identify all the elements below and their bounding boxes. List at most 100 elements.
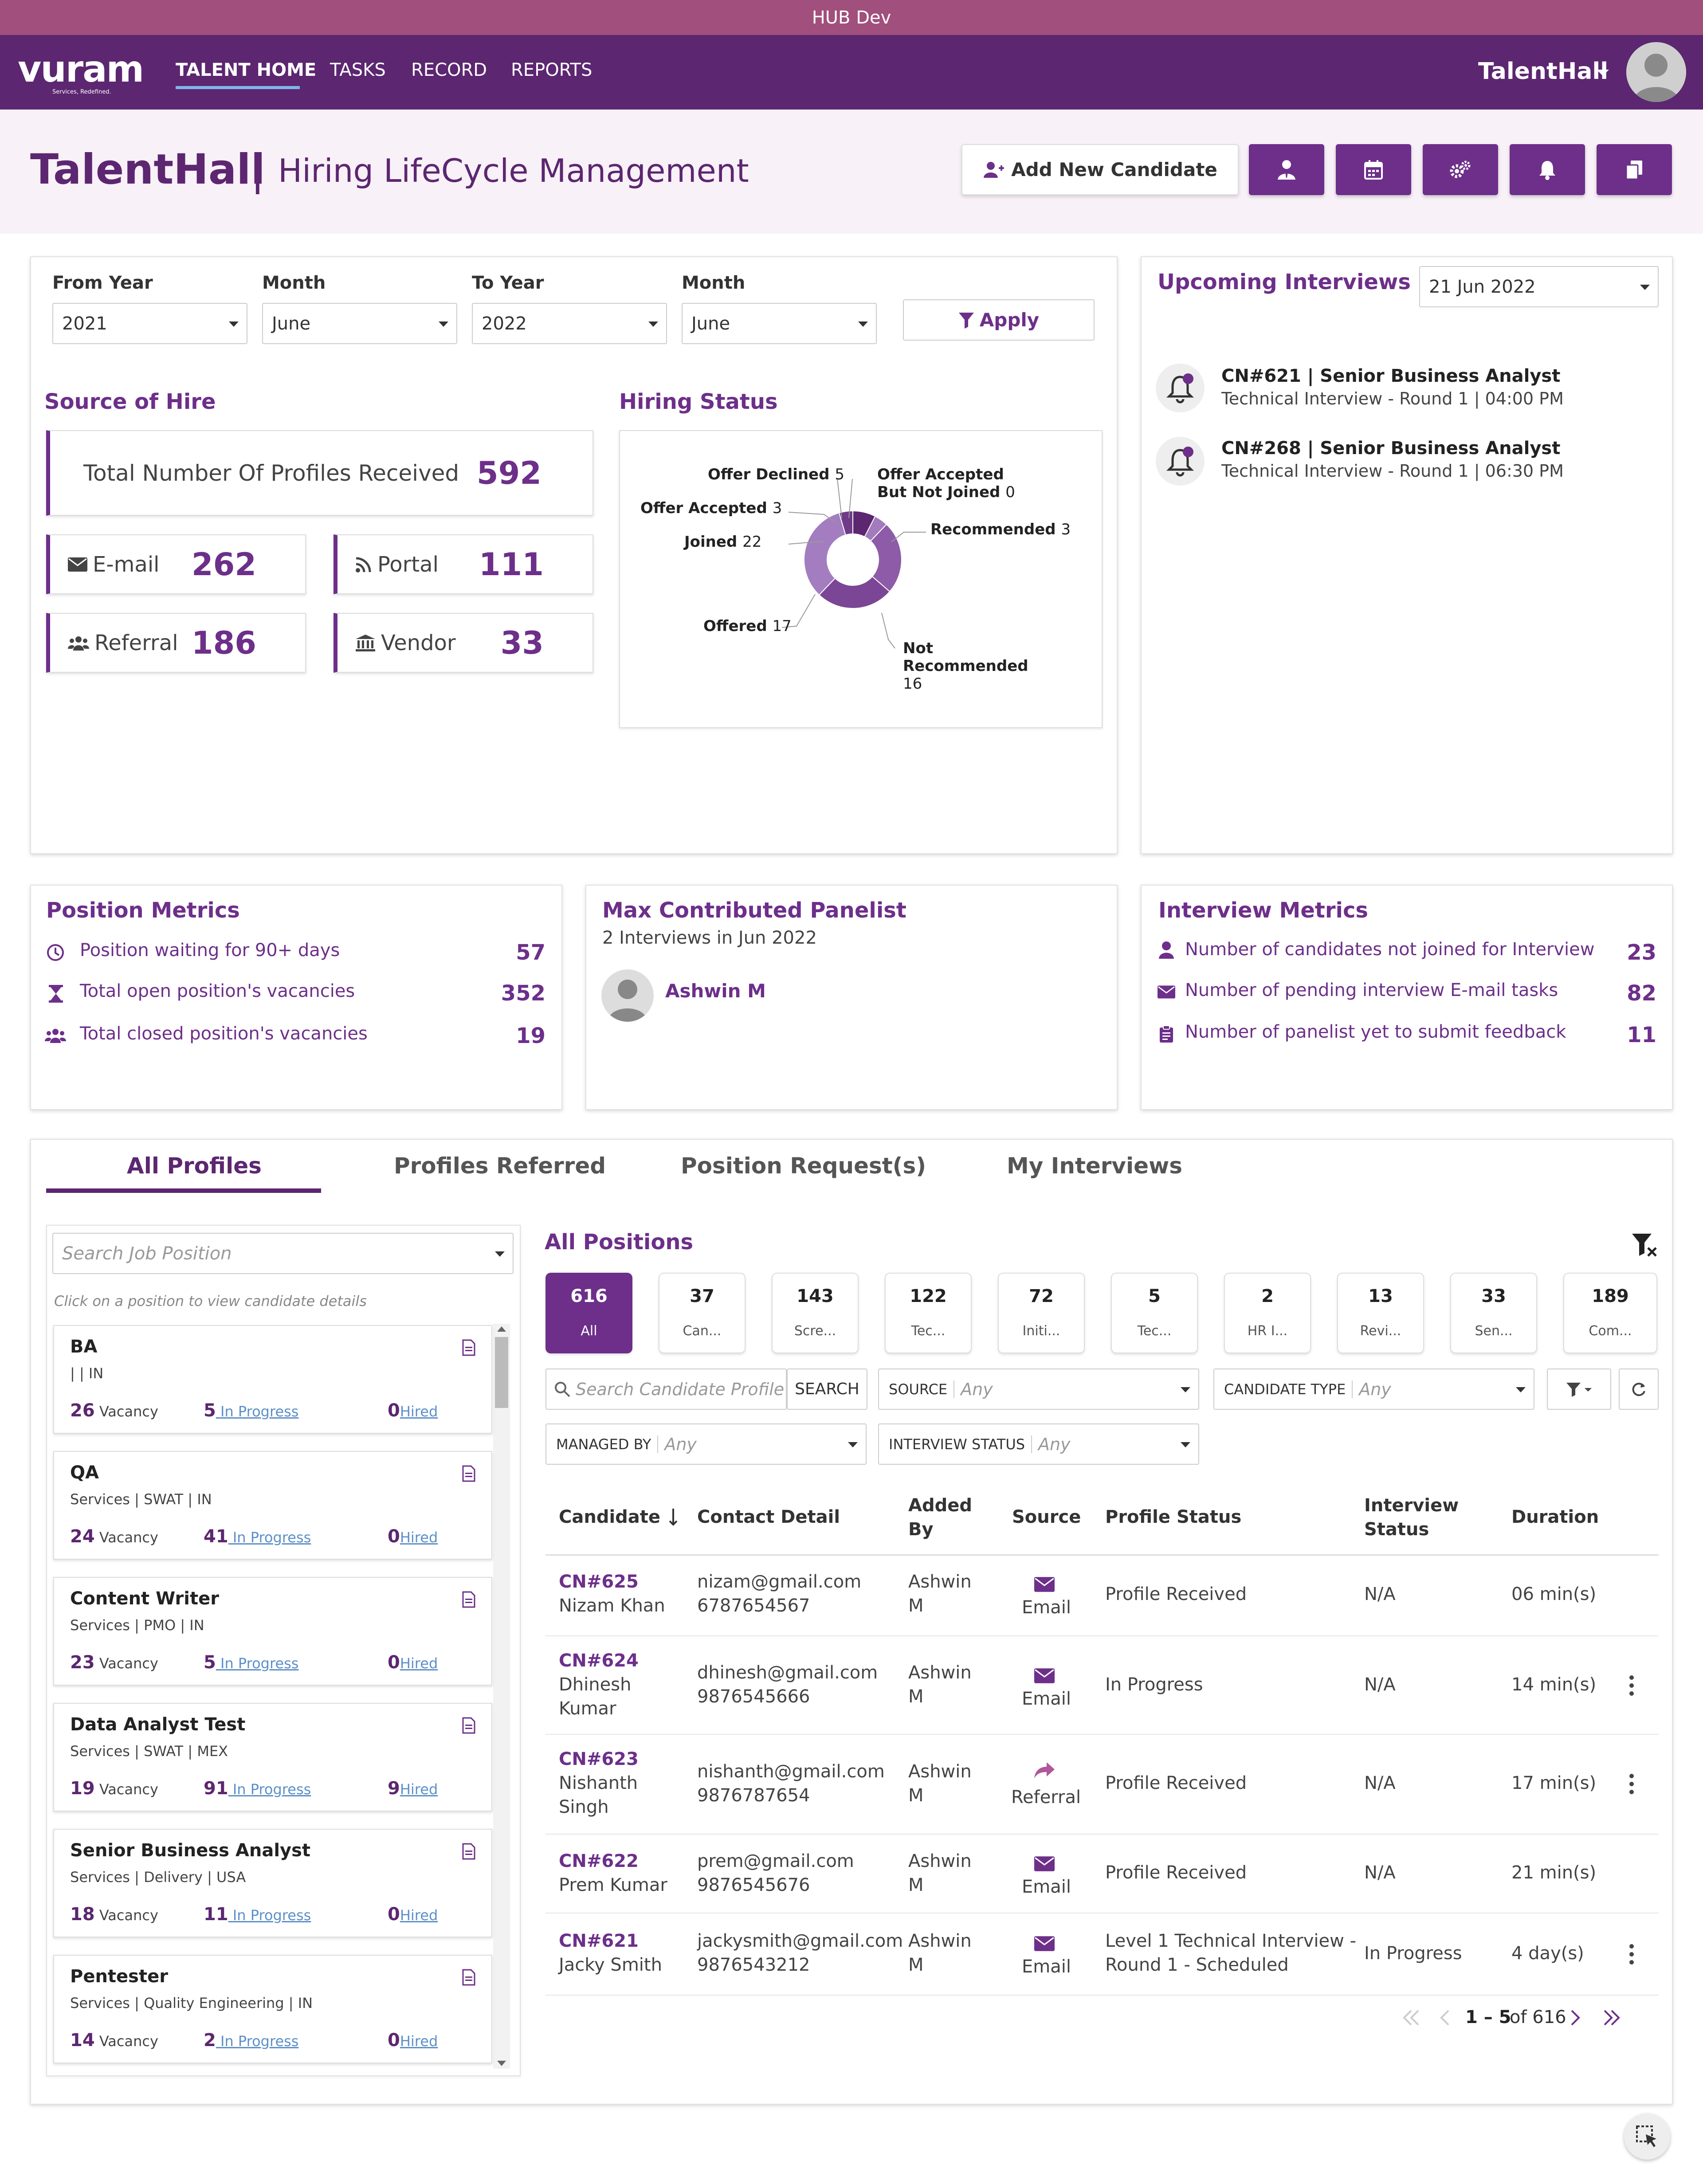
search-job-position-select[interactable]: Search Job Position — [52, 1233, 514, 1274]
floating-action-button[interactable] — [1624, 2113, 1670, 2160]
document-icon[interactable] — [462, 1591, 475, 1608]
vuram-logo[interactable]: vuram Services, Redefined. — [18, 47, 144, 96]
position-card[interactable]: Senior Business Analyst Services | Deliv… — [53, 1829, 492, 1937]
status-chip[interactable]: 37 Can... — [659, 1273, 746, 1353]
scrollbar-thumb[interactable] — [495, 1337, 508, 1408]
clear-filter-icon[interactable] — [1631, 1233, 1658, 1258]
portal-source-card[interactable]: Portal 111 — [334, 534, 593, 594]
user-avatar[interactable] — [1626, 42, 1686, 102]
candidate-id-link[interactable]: CN#625 — [559, 1572, 639, 1592]
user-menu[interactable]: TalentHall — [1478, 58, 1608, 85]
added-by: Ashwin — [908, 1851, 972, 1871]
candidate-id-link[interactable]: CN#621 — [559, 1931, 639, 1951]
position-hired-link[interactable]: 0Hired — [388, 1400, 438, 1421]
nav-reports[interactable]: REPORTS — [511, 60, 592, 80]
duration: 21 min(s) — [1511, 1862, 1597, 1883]
position-list-scrollbar[interactable] — [493, 1324, 510, 2069]
to-month-select[interactable]: June — [682, 303, 877, 344]
status-chip[interactable]: 72 Initi... — [998, 1273, 1085, 1353]
upcoming-item-title[interactable]: CN#268 | Senior Business Analyst — [1221, 438, 1560, 459]
position-hired-link[interactable]: 0Hired — [388, 1904, 438, 1925]
position-in-progress-link[interactable]: 5 In Progress — [204, 1400, 298, 1421]
sort-down-icon[interactable] — [668, 1508, 679, 1526]
position-card[interactable]: Content Writer Services | PMO | IN 23 Va… — [53, 1577, 492, 1686]
position-card[interactable]: QA Services | SWAT | IN 24 Vacancy 41 In… — [53, 1451, 492, 1560]
position-in-progress-link[interactable]: 91 In Progress — [204, 1778, 311, 1799]
tab-my-interviews[interactable]: My Interviews — [1007, 1153, 1182, 1179]
document-icon[interactable] — [462, 1969, 475, 1986]
last-page-icon[interactable] — [1602, 2009, 1621, 2027]
col-header-candidate[interactable]: Candidate — [559, 1505, 660, 1529]
candidate-search-box[interactable]: Search Candidate Profile — [545, 1368, 787, 1410]
search-button[interactable]: SEARCH — [787, 1368, 867, 1410]
add-new-candidate-button[interactable]: Add New Candidate — [961, 144, 1239, 195]
status-chip[interactable]: 5 Tec... — [1111, 1273, 1198, 1353]
email-source-card[interactable]: E-mail 262 — [46, 534, 306, 594]
refresh-button[interactable] — [1619, 1368, 1659, 1410]
scroll-down-icon[interactable] — [497, 2061, 506, 2066]
interview-status-filter-select[interactable]: INTERVIEW STATUS Any — [878, 1423, 1199, 1465]
tab-all-profiles[interactable]: All Profiles — [127, 1153, 262, 1179]
filter-options-button[interactable] — [1547, 1368, 1611, 1410]
to-year-select[interactable]: 2022 — [472, 303, 667, 344]
vendor-source-card[interactable]: Vendor 33 — [334, 613, 593, 673]
status-chip-all[interactable]: 616 All — [545, 1273, 632, 1353]
position-hired-link[interactable]: 9Hired — [388, 1778, 438, 1799]
position-hired-link[interactable]: 0Hired — [388, 1526, 438, 1547]
candidate-id-link[interactable]: CN#623 — [559, 1749, 639, 1769]
settings-button[interactable] — [1423, 144, 1498, 195]
from-year-select[interactable]: 2021 — [52, 303, 247, 344]
status-chip[interactable]: 2 HR I... — [1224, 1273, 1311, 1353]
calendar-button[interactable] — [1336, 144, 1411, 195]
document-icon[interactable] — [462, 1465, 475, 1482]
candidate-action-button[interactable] — [1249, 144, 1324, 195]
istatus-filter-key: INTERVIEW STATUS — [879, 1435, 1032, 1453]
tab-position-requests[interactable]: Position Request(s) — [681, 1153, 926, 1179]
candidate-type-filter-select[interactable]: CANDIDATE TYPE Any — [1213, 1368, 1534, 1410]
user-menu-caret-icon[interactable] — [1597, 70, 1609, 76]
position-card[interactable]: Pentester Services | Quality Engineering… — [53, 1955, 492, 2063]
prev-page-icon[interactable] — [1439, 2009, 1450, 2027]
tab-profiles-referred[interactable]: Profiles Referred — [394, 1153, 606, 1179]
nav-tasks[interactable]: TASKS — [330, 60, 386, 80]
nav-talent-home[interactable]: TALENT HOME — [176, 60, 316, 80]
status-chip[interactable]: 189 Com... — [1563, 1273, 1657, 1353]
source-filter-select[interactable]: SOURCE Any — [878, 1368, 1199, 1410]
position-card[interactable]: BA | | IN 26 Vacancy 5 In Progress 0Hire… — [53, 1325, 492, 1434]
apply-button[interactable]: Apply — [903, 299, 1095, 341]
managed-by-filter-select[interactable]: MANAGED BY Any — [545, 1423, 867, 1465]
panelist-name[interactable]: Ashwin M — [665, 980, 766, 1002]
scroll-up-icon[interactable] — [497, 1326, 506, 1332]
from-month-select[interactable]: June — [262, 303, 457, 344]
position-hired-link[interactable]: 0Hired — [388, 1652, 438, 1673]
documents-button[interactable] — [1597, 144, 1672, 195]
row-menu-icon[interactable] — [1629, 1675, 1634, 1696]
candidate-id-link[interactable]: CN#624 — [559, 1651, 639, 1671]
document-icon[interactable] — [462, 1339, 475, 1356]
status-chip[interactable]: 13 Revi... — [1337, 1273, 1424, 1353]
rss-icon — [356, 557, 371, 572]
position-in-progress-link[interactable]: 2 In Progress — [204, 2030, 298, 2051]
position-in-progress-link[interactable]: 11 In Progress — [204, 1904, 311, 1925]
position-card[interactable]: Data Analyst Test Services | SWAT | MEX … — [53, 1703, 492, 1812]
position-hired-link[interactable]: 0Hired — [388, 2030, 438, 2051]
status-chip[interactable]: 33 Sen... — [1450, 1273, 1537, 1353]
candidate-name: Dhinesh — [559, 1674, 632, 1695]
first-page-icon[interactable] — [1401, 2009, 1421, 2027]
candidate-id-link[interactable]: CN#622 — [559, 1851, 639, 1871]
nav-record[interactable]: RECORD — [411, 60, 487, 80]
document-icon[interactable] — [462, 1717, 475, 1734]
referral-source-card[interactable]: Referral 186 — [46, 613, 306, 673]
next-page-icon[interactable] — [1570, 2009, 1581, 2027]
position-in-progress-link[interactable]: 5 In Progress — [204, 1652, 298, 1673]
row-menu-icon[interactable] — [1629, 1944, 1634, 1964]
added-by-initial: M — [908, 1955, 924, 1975]
status-chip[interactable]: 122 Tec... — [885, 1273, 972, 1353]
upcoming-item-title[interactable]: CN#621 | Senior Business Analyst — [1221, 366, 1560, 386]
interview-date-select[interactable]: 21 Jun 2022 — [1419, 266, 1659, 307]
document-icon[interactable] — [462, 1843, 475, 1860]
row-menu-icon[interactable] — [1629, 1774, 1634, 1794]
position-in-progress-link[interactable]: 41 In Progress — [204, 1526, 311, 1547]
status-chip[interactable]: 143 Scre... — [772, 1273, 859, 1353]
notifications-button[interactable] — [1510, 144, 1585, 195]
